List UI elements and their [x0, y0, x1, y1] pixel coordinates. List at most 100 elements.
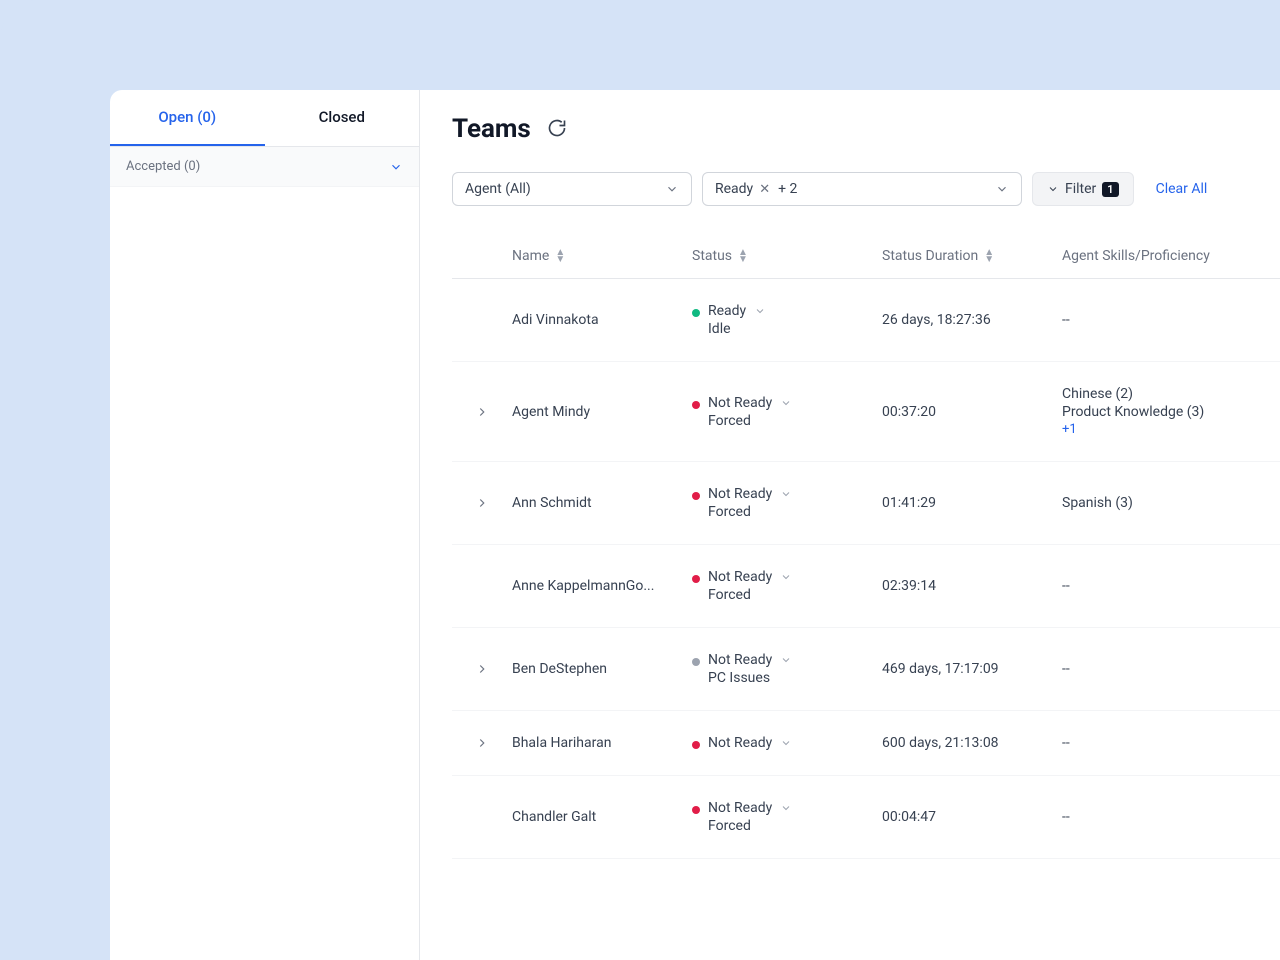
agent-status-label: Not Ready	[708, 800, 772, 816]
sidebar-tabs: Open (0) Closed	[110, 90, 419, 147]
agent-status-cell: Not Ready Forced	[692, 800, 882, 834]
tab-open[interactable]: Open (0)	[110, 90, 265, 146]
filter-button[interactable]: Filter 1	[1032, 172, 1134, 206]
skills-more-link[interactable]: +1	[1062, 422, 1280, 437]
chevron-down-icon	[665, 182, 679, 196]
agent-filter-label: Agent (All)	[465, 181, 531, 197]
agent-status-dropdown[interactable]: Not Ready	[708, 395, 792, 411]
skill-item: --	[1062, 735, 1280, 751]
agent-status-cell: Not Ready PC Issues	[692, 652, 882, 686]
status-duration: 600 days, 21:13:08	[882, 735, 1062, 751]
sort-icon: ▲▼	[738, 249, 748, 263]
agent-status-cell: Not ReadyForced	[692, 395, 882, 429]
table-body: Adi VinnakotaReadyIdle26 days, 18:27:36-…	[452, 279, 1280, 859]
agent-status-label: Not Ready	[708, 569, 772, 585]
page-title: Teams	[452, 114, 531, 144]
column-name-header[interactable]: Name ▲▼	[512, 248, 692, 264]
skill-item: --	[1062, 661, 1280, 677]
expand-row-icon[interactable]	[452, 736, 512, 750]
skill-item: --	[1062, 312, 1280, 328]
status-duration: 26 days, 18:27:36	[882, 312, 1062, 328]
agent-substatus: Forced	[708, 504, 792, 520]
status-dot-icon	[692, 741, 700, 749]
status-filter-tag-label: Ready	[715, 181, 753, 197]
app-window: Open (0) Closed Accepted (0) Teams Agent	[110, 90, 1280, 960]
agent-status-label: Not Ready	[708, 395, 772, 411]
sidebar-accepted-row[interactable]: Accepted (0)	[110, 147, 419, 187]
table-row: Anne KappelmannGo... Not Ready Forced 02:39…	[452, 545, 1280, 628]
agent-filter-dropdown[interactable]: Agent (All)	[452, 172, 692, 206]
agent-name: Adi Vinnakota	[512, 312, 692, 328]
agent-status-dropdown[interactable]: Not Ready	[708, 652, 792, 668]
agent-status-label: Ready	[708, 303, 746, 319]
column-duration-header[interactable]: Status Duration ▲▼	[882, 248, 1062, 264]
table-row: Ben DeStephenNot ReadyPC Issues469 days,…	[452, 628, 1280, 711]
agents-table: Name ▲▼ Status ▲▼ Status Duration ▲▼ Age…	[452, 234, 1280, 859]
expand-row-icon[interactable]	[452, 496, 512, 510]
column-status-label: Status	[692, 248, 732, 264]
status-duration: 02:39:14	[882, 578, 1062, 594]
agent-substatus: Idle	[708, 321, 766, 337]
status-filter-more: + 2	[778, 181, 797, 197]
agent-skills: --	[1062, 809, 1280, 825]
agent-substatus: Forced	[708, 587, 792, 603]
agent-name: Anne KappelmannGo...	[512, 578, 692, 594]
agent-status-label: Not Ready	[708, 652, 772, 668]
status-filter-dropdown[interactable]: Ready ✕ + 2	[702, 172, 1022, 206]
column-skills-header: Agent Skills/Proficiency	[1062, 248, 1280, 264]
table-row: Bhala HariharanNot Ready600 days, 21:13:…	[452, 711, 1280, 776]
sidebar: Open (0) Closed Accepted (0)	[110, 90, 420, 960]
table-row: Agent MindyNot ReadyForced00:37:20Chines…	[452, 362, 1280, 462]
sort-icon: ▲▼	[555, 249, 565, 263]
agent-status-cell: Not Ready Forced	[692, 486, 882, 520]
sidebar-accepted-label: Accepted (0)	[126, 159, 200, 174]
expand-row-icon[interactable]	[452, 405, 512, 419]
agent-status-dropdown[interactable]: Not Ready	[708, 735, 792, 751]
clear-all-link[interactable]: Clear All	[1156, 181, 1208, 197]
agent-name: Ben DeStephen	[512, 661, 692, 677]
agent-name: Agent Mindy	[512, 404, 692, 420]
skill-item: --	[1062, 578, 1280, 594]
status-dot-icon	[692, 309, 700, 317]
agent-skills: --	[1062, 735, 1280, 751]
chevron-down-icon	[780, 737, 792, 749]
remove-tag-icon[interactable]: ✕	[759, 182, 770, 197]
skill-item: Chinese (2)	[1062, 386, 1280, 402]
filter-row: Agent (All) Ready ✕ + 2	[452, 172, 1280, 206]
agent-name: Ann Schmidt	[512, 495, 692, 511]
chevron-down-icon	[389, 160, 403, 174]
chevron-down-icon	[780, 397, 792, 409]
table-row: Adi Vinnakota Ready Idle 26 days, 18:27:36-…	[452, 279, 1280, 362]
column-expand	[452, 248, 512, 264]
agent-status-cell: Not Ready	[692, 735, 882, 751]
page-background: Open (0) Closed Accepted (0) Teams Agent	[0, 0, 1280, 960]
chevron-down-icon	[780, 571, 792, 583]
title-row: Teams	[452, 114, 1280, 144]
status-dot-icon	[692, 806, 700, 814]
chevron-down-icon	[780, 654, 792, 666]
agent-status-dropdown[interactable]: Not Ready	[708, 569, 792, 585]
agent-skills: Chinese (2)Product Knowledge (3)+1	[1062, 386, 1280, 437]
column-status-header[interactable]: Status ▲▼	[692, 248, 882, 264]
agent-status-dropdown[interactable]: Ready	[708, 303, 766, 319]
tab-closed[interactable]: Closed	[265, 90, 420, 146]
main-content: Teams Agent (All) Ready ✕ +	[420, 90, 1280, 960]
agent-skills: --	[1062, 578, 1280, 594]
agent-status-dropdown[interactable]: Not Ready	[708, 800, 792, 816]
status-filter-tag: Ready ✕	[715, 181, 770, 197]
status-duration: 01:41:29	[882, 495, 1062, 511]
agent-substatus: PC Issues	[708, 670, 792, 686]
filter-button-label: Filter	[1065, 181, 1096, 197]
agent-status-dropdown[interactable]: Not Ready	[708, 486, 792, 502]
sort-icon: ▲▼	[984, 249, 994, 263]
column-name-label: Name	[512, 248, 549, 264]
status-duration: 00:37:20	[882, 404, 1062, 420]
expand-row-icon[interactable]	[452, 662, 512, 676]
agent-name: Chandler Galt	[512, 809, 692, 825]
table-row: Ann SchmidtNot ReadyForced01:41:29Spanis…	[452, 462, 1280, 545]
chevron-down-icon	[780, 488, 792, 500]
agent-substatus: Forced	[708, 818, 792, 834]
chevron-down-icon	[780, 802, 792, 814]
refresh-icon[interactable]	[547, 118, 569, 140]
table-header: Name ▲▼ Status ▲▼ Status Duration ▲▼ Age…	[452, 234, 1280, 279]
